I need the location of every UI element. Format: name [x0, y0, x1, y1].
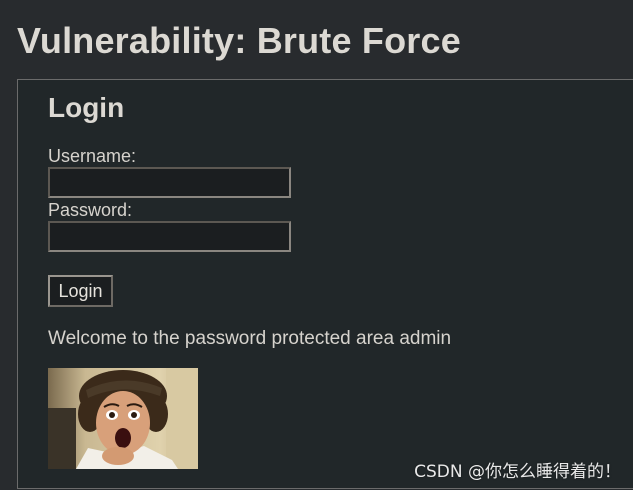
user-avatar-image	[48, 368, 198, 469]
login-heading: Login	[48, 92, 125, 123]
welcome-message: Welcome to the password protected area a…	[48, 328, 452, 349]
login-button[interactable]: Login	[48, 275, 113, 307]
login-panel: Login Username: Password: Login Welcome …	[17, 79, 633, 489]
surprised-person-photo	[48, 368, 198, 469]
page-title: Vulnerability: Brute Force	[17, 20, 461, 61]
password-input[interactable]	[48, 221, 291, 252]
page: Vulnerability: Brute Force Login Usernam…	[0, 0, 633, 490]
username-label: Username:	[48, 146, 137, 166]
password-label: Password:	[48, 200, 133, 220]
csdn-watermark: CSDN @你怎么睡得着的！	[414, 462, 621, 482]
username-input[interactable]	[48, 167, 291, 198]
